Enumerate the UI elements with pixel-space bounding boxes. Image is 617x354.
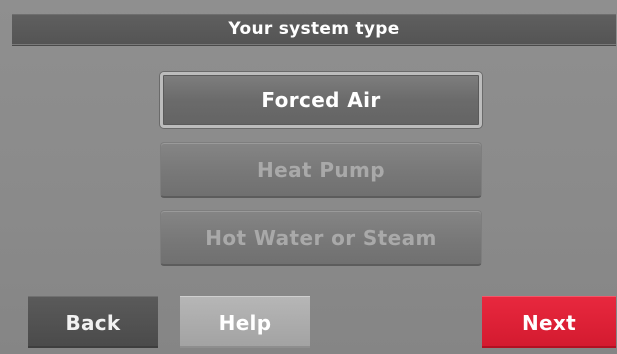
help-button[interactable]: Help [180, 296, 310, 348]
option-hot-water-or-steam-button[interactable]: Hot Water or Steam [160, 210, 482, 266]
option-heat-pump-button[interactable]: Heat Pump [160, 142, 482, 198]
page-title: Your system type [228, 19, 400, 39]
title-bar: Your system type [12, 14, 616, 46]
back-button[interactable]: Back [28, 296, 158, 348]
thermostat-screen: Your system type Forced Air Heat Pump Ho… [0, 0, 617, 354]
option-forced-air-button[interactable]: Forced Air [160, 72, 482, 128]
next-button[interactable]: Next [482, 296, 616, 348]
